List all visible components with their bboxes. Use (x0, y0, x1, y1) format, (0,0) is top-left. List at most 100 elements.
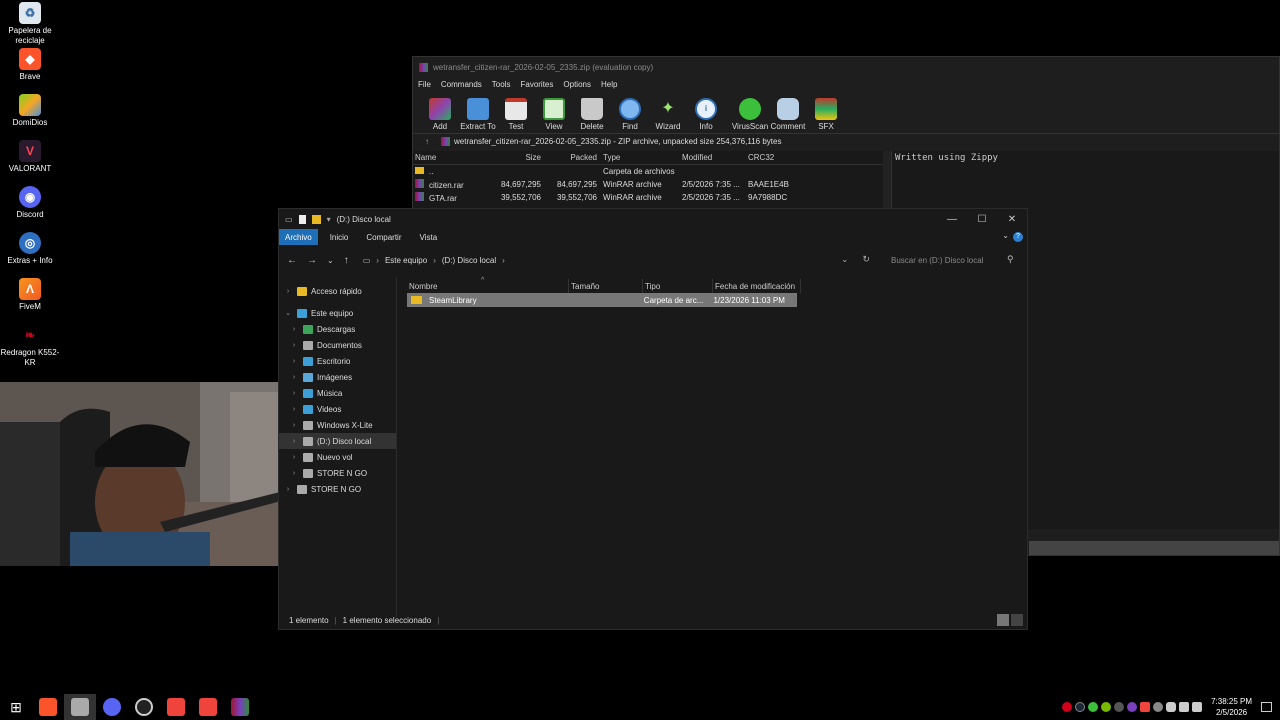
chevron-right-icon[interactable]: › (289, 454, 299, 461)
properties-icon[interactable] (298, 214, 306, 224)
desktop-icon-discord[interactable]: ◉ Discord (0, 186, 60, 232)
taskbar-anydesk[interactable] (160, 694, 192, 720)
tab-inicio[interactable]: Inicio (324, 229, 355, 245)
up-arrow-icon[interactable]: ↑ (413, 137, 441, 146)
desktop-icon-valorant[interactable]: V VALORANT (0, 140, 60, 186)
refresh-icon[interactable]: ↻ (863, 254, 871, 265)
new-folder-icon[interactable] (311, 214, 321, 224)
menu-options[interactable]: Options (563, 80, 591, 89)
virusscan-button[interactable]: VirusScan (732, 98, 768, 131)
address-dropdown-icon[interactable]: ⌄ (841, 254, 849, 265)
nav-item[interactable]: › Escritorio (279, 353, 396, 369)
breadcrumb[interactable]: ▭ › Este equipo › (D:) Disco local › (363, 256, 505, 265)
col-modified[interactable]: Modified (680, 153, 746, 162)
desktop-icon-brave[interactable]: ◆ Brave (0, 48, 60, 94)
clock[interactable]: 7:38:25 PM 2/5/2026 (1211, 696, 1252, 718)
forward-arrow-icon[interactable]: → (307, 255, 317, 266)
info-button[interactable]: i Info (691, 98, 721, 131)
view-button[interactable]: View (539, 98, 569, 131)
nav-item[interactable]: › Acceso rápido (279, 283, 396, 299)
desktop-icon-fivem[interactable]: Λ FiveM (0, 278, 60, 324)
nav-item[interactable]: › Windows X-Lite (279, 417, 396, 433)
nav-item[interactable]: › STORE N GO (279, 481, 396, 497)
add-button[interactable]: Add (425, 98, 455, 131)
wizard-button[interactable]: ✦ Wizard (653, 98, 683, 131)
recent-locations-icon[interactable]: ⌄ (327, 256, 334, 265)
volume-icon[interactable] (1192, 702, 1203, 712)
maximize-button[interactable]: ☐ (967, 209, 997, 229)
desktop-icon-recycle-bin[interactable]: ♻ Papelera de reciclaje (0, 2, 60, 48)
col-tipo[interactable]: Tipo (643, 279, 713, 293)
nav-item[interactable]: › Documentos (279, 337, 396, 353)
chevron-right-icon[interactable]: › (289, 422, 299, 429)
nav-item[interactable]: ⌄ Este equipo (279, 305, 396, 321)
menu-help[interactable]: Help (601, 80, 617, 89)
comment-button[interactable]: Comment (771, 98, 805, 131)
tray-usb-icon[interactable] (1153, 702, 1164, 712)
chevron-right-icon[interactable]: › (283, 486, 293, 493)
table-row[interactable]: citizen.rar 84,697,295 84,697,295 WinRAR… (413, 178, 891, 191)
nav-item[interactable]: › STORE N GO (279, 465, 396, 481)
nav-item[interactable]: › Nuevo vol (279, 449, 396, 465)
breadcrumb-disco-local[interactable]: (D:) Disco local (442, 256, 496, 265)
col-type[interactable]: Type (601, 153, 680, 162)
chevron-right-icon[interactable]: › (289, 374, 299, 381)
nav-item[interactable]: › (D:) Disco local (279, 433, 396, 449)
chevron-right-icon[interactable]: › (289, 342, 299, 349)
table-row[interactable]: SteamLibrary Carpeta de arc... 1/23/2026… (407, 293, 797, 307)
extract-to-button[interactable]: Extract To (460, 98, 496, 131)
sfx-button[interactable]: SFX (811, 98, 841, 131)
chevron-right-icon[interactable]: › (289, 390, 299, 397)
details-view-icon[interactable] (997, 614, 1009, 626)
large-icons-view-icon[interactable] (1011, 614, 1023, 626)
desktop-icon-redragon[interactable]: ❧ Redragon K552-KR (0, 324, 60, 370)
col-nombre[interactable]: Nombre (407, 279, 569, 293)
chevron-right-icon[interactable]: › (289, 438, 299, 445)
test-button[interactable]: Test (501, 98, 531, 131)
tray-winrar-icon[interactable] (1127, 702, 1138, 712)
chevron-down-icon[interactable]: ⌄ (283, 309, 293, 317)
close-button[interactable]: ✕ (997, 209, 1027, 229)
col-crc32[interactable]: CRC32 (746, 153, 796, 162)
col-fecha[interactable]: Fecha de modificación (713, 279, 801, 293)
chevron-right-icon[interactable]: › (289, 406, 299, 413)
quick-access-dropdown-icon[interactable]: ▾ (327, 215, 331, 224)
col-packed[interactable]: Packed (545, 153, 601, 162)
taskbar-discord[interactable] (96, 694, 128, 720)
taskbar-file-explorer[interactable] (64, 694, 96, 720)
tab-vista[interactable]: Vista (414, 229, 444, 245)
tray-nvidia-icon[interactable] (1101, 702, 1112, 712)
expand-ribbon-icon[interactable]: ⌄ (1002, 231, 1009, 240)
taskbar-anydesk-2[interactable] (192, 694, 224, 720)
desktop-icon-domidios[interactable]: DomiDios (0, 94, 60, 140)
menu-file[interactable]: File (418, 80, 431, 89)
tab-compartir[interactable]: Compartir (360, 229, 407, 245)
nav-item[interactable]: › Videos (279, 401, 396, 417)
menu-favorites[interactable]: Favorites (520, 80, 553, 89)
delete-button[interactable]: Delete (577, 98, 607, 131)
table-row[interactable]: .. Carpeta de archivos (413, 165, 891, 178)
desktop-icon-extras[interactable]: ◎ Extras + Info (0, 232, 60, 278)
tray-anydesk-icon[interactable] (1140, 702, 1151, 712)
taskbar-brave[interactable] (32, 694, 64, 720)
col-size[interactable]: Size (491, 153, 545, 162)
chevron-right-icon[interactable]: › (289, 470, 299, 477)
up-arrow-icon[interactable]: ↑ (344, 255, 349, 266)
minimize-button[interactable]: — (937, 209, 967, 229)
notifications-icon[interactable] (1261, 702, 1272, 712)
menu-tools[interactable]: Tools (492, 80, 511, 89)
col-name[interactable]: Name (413, 153, 491, 162)
search-input[interactable]: Buscar en (D:) Disco local (885, 251, 1025, 269)
microphone-icon[interactable] (1166, 702, 1177, 712)
taskbar-winrar[interactable] (224, 694, 256, 720)
nav-item[interactable]: › Música (279, 385, 396, 401)
taskbar-obs[interactable] (128, 694, 160, 720)
breadcrumb-este-equipo[interactable]: Este equipo (385, 256, 427, 265)
tray-steam-icon[interactable] (1075, 702, 1086, 712)
find-button[interactable]: Find (615, 98, 645, 131)
back-arrow-icon[interactable]: ← (287, 255, 297, 266)
chevron-right-icon[interactable]: › (283, 288, 293, 295)
tray-green-icon[interactable] (1088, 702, 1099, 712)
tray-record-icon[interactable] (1062, 702, 1073, 712)
network-icon[interactable] (1179, 702, 1190, 712)
